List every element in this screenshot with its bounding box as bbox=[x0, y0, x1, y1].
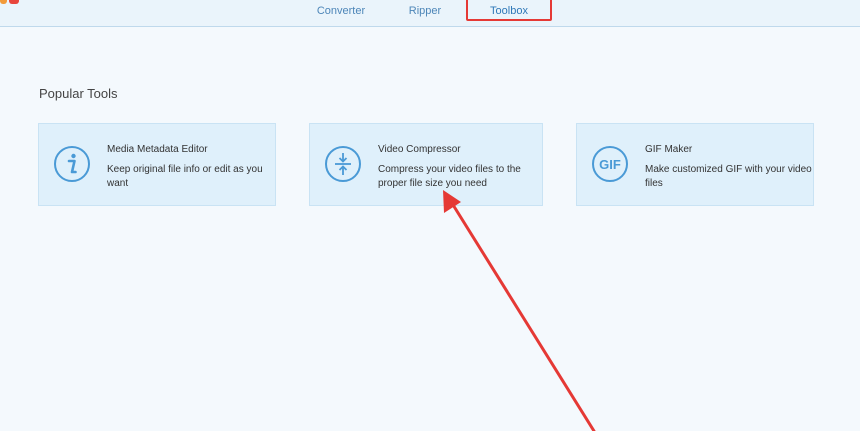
section-title: Popular Tools bbox=[39, 86, 118, 101]
tool-card-video-compressor[interactable]: Video Compressor Compress your video fil… bbox=[309, 123, 543, 206]
compress-icon bbox=[324, 145, 362, 183]
top-navigation-bar: Converter Ripper Toolbox bbox=[0, 0, 860, 27]
annotation-arrow bbox=[443, 190, 596, 431]
tool-description: Keep original file info or edit as you w… bbox=[107, 164, 263, 189]
tool-card-gif-maker[interactable]: GIF GIF Maker Make customized GIF with y… bbox=[576, 123, 814, 206]
info-icon bbox=[53, 145, 91, 183]
tool-name: GIF Maker bbox=[645, 144, 693, 155]
main-tabs: Converter Ripper Toolbox bbox=[0, 0, 860, 26]
gif-icon-label: GIF bbox=[599, 157, 621, 172]
tool-description: Compress your video files to the proper … bbox=[378, 164, 521, 189]
tool-card-media-metadata-editor[interactable]: Media Metadata Editor Keep original file… bbox=[38, 123, 276, 206]
tool-description: Make customized GIF with your video file… bbox=[645, 164, 812, 189]
tool-name: Media Metadata Editor bbox=[107, 144, 208, 155]
tab-ripper[interactable]: Ripper bbox=[386, 0, 464, 22]
tool-name: Video Compressor bbox=[378, 144, 461, 155]
tab-converter[interactable]: Converter bbox=[300, 0, 382, 22]
tab-toolbox[interactable]: Toolbox bbox=[468, 0, 550, 22]
gif-icon: GIF bbox=[591, 145, 629, 183]
